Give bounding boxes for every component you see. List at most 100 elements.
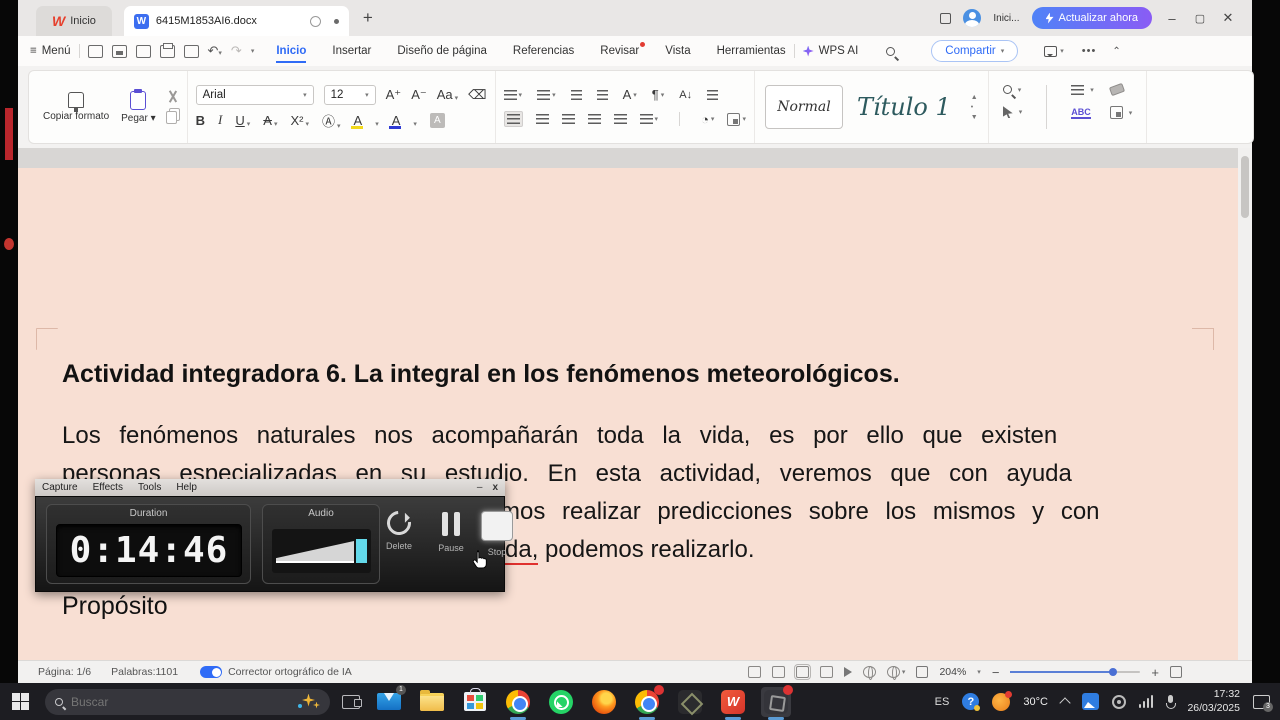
fullscreen-icon[interactable]	[1170, 666, 1182, 678]
change-case-icon[interactable]: Aa ▾	[437, 87, 458, 102]
settings-tray-icon[interactable]	[1111, 694, 1126, 709]
undo-icon[interactable]: ↶▾	[208, 43, 222, 59]
microphone-icon[interactable]	[1166, 694, 1177, 709]
recorder-minimize-button[interactable]: –	[477, 482, 483, 493]
zoom-slider[interactable]	[1010, 667, 1141, 676]
fit-page-icon[interactable]	[916, 666, 929, 678]
vertical-scrollbar[interactable]	[1238, 148, 1252, 660]
update-now-button[interactable]: Actualizar ahora	[1031, 7, 1152, 29]
notification-center-icon[interactable]: 3	[1253, 694, 1273, 712]
wps-ai-button[interactable]: WPS AI	[802, 45, 858, 57]
tab-insertar[interactable]: Insertar	[332, 45, 371, 57]
sync-status-icon[interactable]	[309, 15, 321, 27]
justify-icon[interactable]	[587, 114, 601, 124]
print-preview-icon[interactable]	[183, 44, 199, 58]
search-icon[interactable]	[886, 46, 896, 56]
borders-icon[interactable]: ▾	[727, 112, 746, 126]
increase-indent-icon[interactable]	[596, 89, 608, 100]
zoom-level[interactable]: 204%	[939, 666, 966, 678]
taskbar-firefox[interactable]	[589, 687, 619, 717]
menu-button[interactable]: ≡ Menú	[30, 45, 71, 57]
view-page-icon[interactable]	[747, 666, 761, 678]
tab-inicio[interactable]: Inicio	[276, 45, 307, 63]
network-icon[interactable]	[1138, 694, 1154, 708]
copy-icon[interactable]	[165, 111, 177, 124]
text-tool-icon[interactable]: ▾	[1071, 85, 1094, 95]
weather-icon[interactable]	[992, 690, 1013, 711]
zoom-in-button[interactable]: +	[1151, 665, 1159, 680]
read-mode-icon[interactable]	[843, 667, 852, 677]
scrollbar-thumb[interactable]	[1241, 156, 1249, 218]
tab-diseno-de-pagina[interactable]: Diseño de página	[397, 45, 487, 57]
taskbar-mail[interactable]: 1	[374, 684, 406, 717]
increase-font-icon[interactable]: A⁺	[386, 87, 402, 103]
zoom-chevron-icon[interactable]: ▾	[977, 668, 981, 676]
tray-overflow-chevron-icon[interactable]	[1059, 697, 1071, 709]
font-size-select[interactable]: 12 ▾	[323, 84, 376, 105]
taskbar-clock[interactable]: 17:32 26/03/2025	[1187, 688, 1240, 715]
styles-up-icon[interactable]: ▲	[971, 94, 978, 101]
paragraph-mark-icon[interactable]: ¶ ▾	[652, 87, 665, 102]
character-shading-icon[interactable]: A	[429, 112, 445, 128]
account-avatar[interactable]	[963, 9, 982, 27]
bullet-list-icon[interactable]: ▾	[503, 89, 522, 100]
tab-close-dot-icon[interactable]	[333, 18, 339, 24]
taskbar-whatsapp[interactable]	[546, 687, 576, 717]
bold-icon[interactable]: B	[196, 113, 205, 128]
view-outline-icon[interactable]	[819, 666, 833, 678]
tab-herramientas[interactable]: Herramientas	[717, 45, 786, 57]
taskbar-camtasia[interactable]	[675, 687, 705, 717]
numbered-list-icon[interactable]: ▾	[537, 89, 556, 100]
zoom-slider-knob[interactable]	[1109, 667, 1118, 676]
spellcheck-icon[interactable]: ABC	[1071, 107, 1094, 119]
quickbar-more-icon[interactable]: ▾	[251, 47, 255, 55]
view-write-mode-icon[interactable]	[793, 663, 812, 681]
font-name-select[interactable]: Arial ▾	[195, 84, 314, 105]
line-spacing-icon[interactable]: ▾	[639, 114, 658, 124]
open-file-icon[interactable]	[87, 44, 103, 58]
taskbar-recorder-active[interactable]	[761, 684, 793, 720]
text-direction-icon[interactable]: A ▾	[623, 87, 637, 102]
copy-format-button[interactable]: Copiar formato	[37, 92, 115, 122]
shading-icon[interactable]: ◔ ▾	[701, 112, 714, 127]
taskbar-search[interactable]	[45, 688, 330, 715]
pause-recording-button[interactable]: Pause	[428, 511, 474, 553]
recorder-close-button[interactable]: x	[492, 482, 498, 493]
collapse-ribbon-button[interactable]: ⌃	[1112, 46, 1120, 57]
page-indicator[interactable]: Página: 1/6	[38, 666, 91, 678]
print-icon[interactable]	[159, 42, 175, 58]
ai-spellcheck-toggle[interactable]	[200, 666, 223, 678]
align-left-icon[interactable]	[503, 111, 523, 127]
snipping-tool-icon[interactable]	[342, 694, 362, 709]
close-button[interactable]: ✕	[1220, 10, 1236, 26]
highlight-color-icon[interactable]: A ▾	[351, 113, 379, 129]
taskbar-file-explorer[interactable]	[417, 687, 447, 717]
help-tray-icon[interactable]: ?	[962, 693, 981, 711]
search-input[interactable]	[71, 694, 290, 709]
taskbar-microsoft-store[interactable]	[460, 687, 490, 717]
tab-referencias[interactable]: Referencias	[513, 45, 574, 57]
comment-mode-button[interactable]: ▾	[1044, 45, 1064, 57]
distribute-icon[interactable]	[613, 114, 627, 124]
view-mobile-icon[interactable]	[771, 666, 785, 678]
save-icon[interactable]	[111, 44, 127, 58]
style-titulo-1[interactable]: Título 1	[857, 93, 951, 121]
style-normal[interactable]: Normal	[764, 85, 843, 129]
language-indicator[interactable]: ES	[935, 696, 950, 708]
web-layout-icon[interactable]	[862, 666, 876, 680]
recorder-menu-effects[interactable]: Effects	[93, 482, 123, 493]
eraser-tool-icon[interactable]	[1108, 82, 1133, 97]
font-color-icon[interactable]: A ▾	[389, 113, 417, 129]
align-right-icon[interactable]	[561, 114, 575, 124]
superscript-icon[interactable]: X² ▾	[290, 113, 309, 128]
audio-level-meter[interactable]	[272, 529, 371, 573]
sort-icon[interactable]: A↓	[679, 89, 692, 101]
new-tab-button[interactable]: +	[363, 8, 373, 28]
text-effects-icon[interactable]: Ⓐ ▾	[322, 111, 341, 130]
paste-button[interactable]: Pegar ▾	[115, 88, 162, 124]
share-button[interactable]: Compartir ▾	[931, 40, 1019, 62]
underline-icon[interactable]: U ▾	[235, 113, 250, 128]
ribbon-more-button[interactable]: •••	[1082, 45, 1097, 57]
italic-icon[interactable]: I	[218, 112, 222, 128]
delete-recording-button[interactable]: Delete	[376, 506, 422, 551]
